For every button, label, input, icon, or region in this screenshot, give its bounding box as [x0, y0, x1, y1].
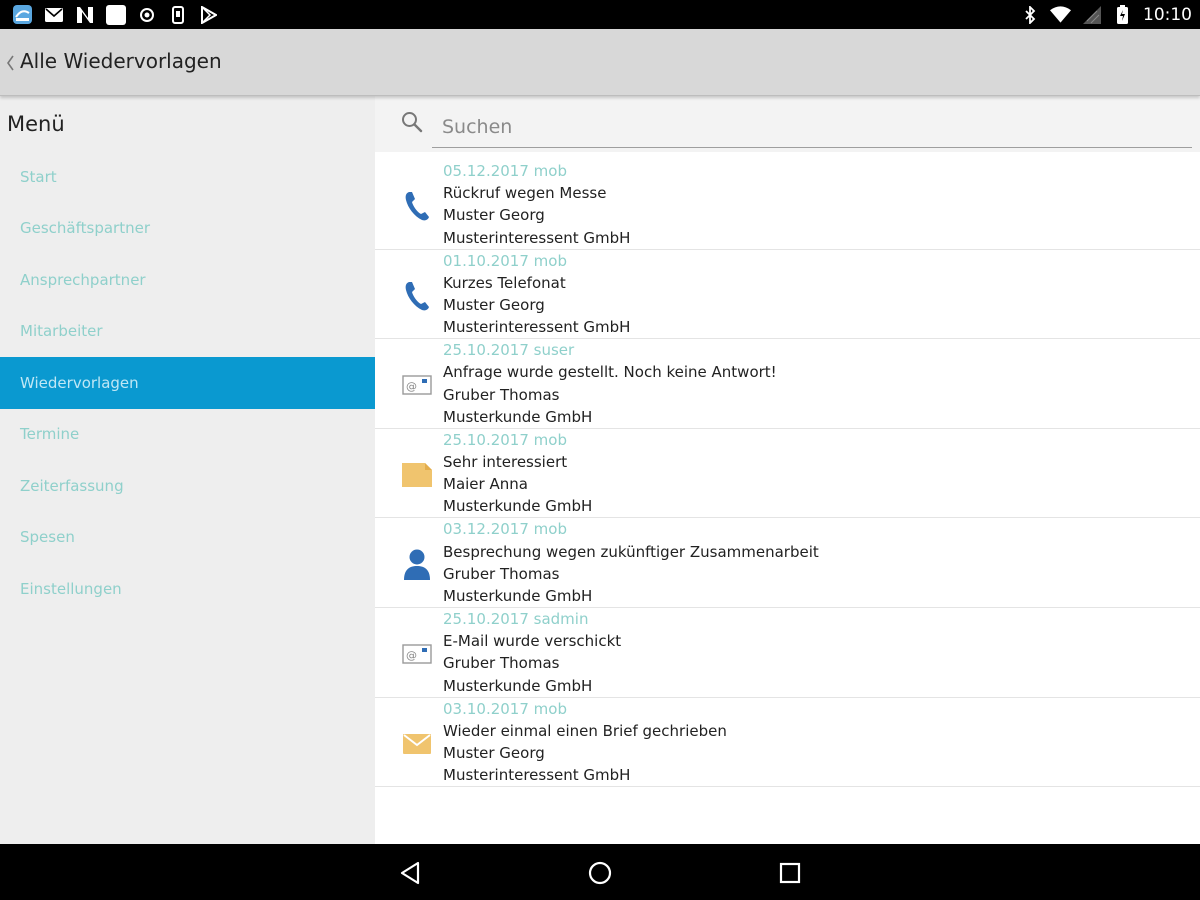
battery-icon [1112, 4, 1133, 25]
mail-icon [43, 4, 64, 25]
entry-company: Musterinteressent GmbH [443, 228, 631, 247]
page-title[interactable]: Alle Wiedervorlagen [20, 49, 222, 73]
entry-company: Musterkunde GmbH [443, 586, 593, 605]
menu-list: Start Geschäftspartner Ansprechpartner M… [0, 151, 375, 615]
entry-meta: 03.12.2017 mob [443, 520, 567, 539]
wifi-icon [1050, 4, 1071, 25]
list-item[interactable]: 25.10.2017 mob Sehr interessiert Maier A… [375, 429, 1200, 519]
entry-text: 25.10.2017 mob Sehr interessiert Maier A… [443, 429, 592, 518]
entry-subject: Rückruf wegen Messe [443, 184, 607, 203]
entry-subject: Sehr interessiert [443, 452, 568, 471]
entry-company: Musterkunde GmbH [443, 497, 593, 516]
sidebar-item-zeiterfassung[interactable]: Zeiterfassung [0, 460, 375, 512]
n-icon [74, 4, 95, 25]
entry-text: 03.12.2017 mob Besprechung wegen zukünft… [443, 518, 819, 607]
entry-company: Musterinteressent GmbH [443, 318, 631, 337]
sidebar-menu: Menü Start Geschäftspartner Ansprechpart… [0, 96, 375, 844]
entry-person: Muster Georg [443, 206, 545, 225]
sidebar-item-wiedervorlagen[interactable]: Wiedervorlagen [0, 357, 375, 409]
letter-icon [399, 728, 435, 760]
entry-company: Musterkunde GmbH [443, 407, 593, 426]
sidebar-item-termine[interactable]: Termine [0, 409, 375, 461]
search-icon[interactable] [400, 110, 424, 134]
home-icon[interactable] [587, 860, 613, 886]
list-item[interactable]: 03.10.2017 mob Wieder einmal einen Brief… [375, 698, 1200, 788]
status-bar: 10:10 [0, 0, 1200, 29]
entry-text: 03.10.2017 mob Wieder einmal einen Brief… [443, 698, 727, 787]
entry-person: Gruber Thomas [443, 654, 560, 673]
entry-meta: 03.10.2017 mob [443, 699, 567, 718]
sim-icon [167, 4, 188, 25]
entry-company: Musterinteressent GmbH [443, 766, 631, 785]
sidebar-item-geschaeftspartner[interactable]: Geschäftspartner [0, 203, 375, 255]
svg-text:@: @ [406, 649, 417, 662]
entry-meta: 25.10.2017 mob [443, 430, 567, 449]
play-store-icon [198, 4, 219, 25]
svg-text:@: @ [406, 380, 417, 393]
email-icon: @ [399, 638, 435, 670]
entry-person: Gruber Thomas [443, 564, 560, 583]
sidebar-item-ansprechpartner[interactable]: Ansprechpartner [0, 254, 375, 306]
phone-icon [399, 280, 435, 312]
list-item[interactable]: 05.12.2017 mob Rückruf wegen Messe Muste… [375, 160, 1200, 250]
entry-person: Muster Georg [443, 295, 545, 314]
back-chevron-icon[interactable] [4, 51, 18, 75]
menu-title: Menü [7, 112, 65, 136]
person-icon [399, 548, 435, 581]
entry-text: 25.10.2017 sadmin E-Mail wurde verschick… [443, 608, 621, 697]
sidebar-item-mitarbeiter[interactable]: Mitarbeiter [0, 306, 375, 358]
clock: 10:10 [1143, 4, 1192, 25]
sidebar-item-start[interactable]: Start [0, 151, 375, 203]
entry-list: 05.12.2017 mob Rückruf wegen Messe Muste… [375, 160, 1200, 788]
entry-person: Gruber Thomas [443, 385, 560, 404]
entry-text: 01.10.2017 mob Kurzes Telefonat Muster G… [443, 250, 630, 339]
entry-subject: E-Mail wurde verschickt [443, 632, 622, 651]
signal-icon [1081, 4, 1102, 25]
entry-subject: Anfrage wurde gestellt. Noch keine Antwo… [443, 363, 777, 382]
list-item[interactable]: @ 25.10.2017 suser Anfrage wurde gestell… [375, 339, 1200, 429]
sidebar-item-spesen[interactable]: Spesen [0, 512, 375, 564]
notification-icons [12, 4, 219, 25]
entry-subject: Besprechung wegen zukünftiger Zusammenar… [443, 542, 819, 561]
list-item[interactable]: @ 25.10.2017 sadmin E-Mail wurde verschi… [375, 608, 1200, 698]
recents-icon[interactable] [777, 860, 803, 886]
action-bar: Alle Wiedervorlagen [0, 29, 1200, 96]
search-bar [375, 96, 1200, 152]
main-content: 05.12.2017 mob Rückruf wegen Messe Muste… [375, 96, 1200, 844]
navigation-bar [0, 844, 1200, 900]
entry-meta: 25.10.2017 suser [443, 341, 575, 360]
list-item[interactable]: 01.10.2017 mob Kurzes Telefonat Muster G… [375, 250, 1200, 340]
phone-icon [399, 190, 435, 222]
bluetooth-icon [1019, 4, 1040, 25]
sidebar-item-einstellungen[interactable]: Einstellungen [0, 563, 375, 615]
entry-text: 05.12.2017 mob Rückruf wegen Messe Muste… [443, 160, 630, 249]
square-icon [105, 4, 126, 25]
entry-text: 25.10.2017 suser Anfrage wurde gestellt.… [443, 339, 777, 428]
entry-company: Musterkunde GmbH [443, 676, 593, 695]
entry-person: Muster Georg [443, 743, 545, 762]
target-icon [136, 4, 157, 25]
entry-meta: 05.12.2017 mob [443, 162, 567, 180]
note-icon [399, 459, 435, 491]
back-icon[interactable] [397, 860, 423, 886]
entry-person: Maier Anna [443, 475, 528, 494]
system-icons: 10:10 [1019, 3, 1192, 26]
app-icon [12, 4, 33, 25]
entry-meta: 01.10.2017 mob [443, 251, 567, 270]
email-icon: @ [399, 369, 435, 401]
search-input[interactable] [432, 106, 1192, 148]
entry-subject: Wieder einmal einen Brief gechrieben [443, 721, 727, 740]
entry-subject: Kurzes Telefonat [443, 273, 566, 292]
list-item[interactable]: 03.12.2017 mob Besprechung wegen zukünft… [375, 518, 1200, 608]
entry-meta: 25.10.2017 sadmin [443, 609, 589, 628]
